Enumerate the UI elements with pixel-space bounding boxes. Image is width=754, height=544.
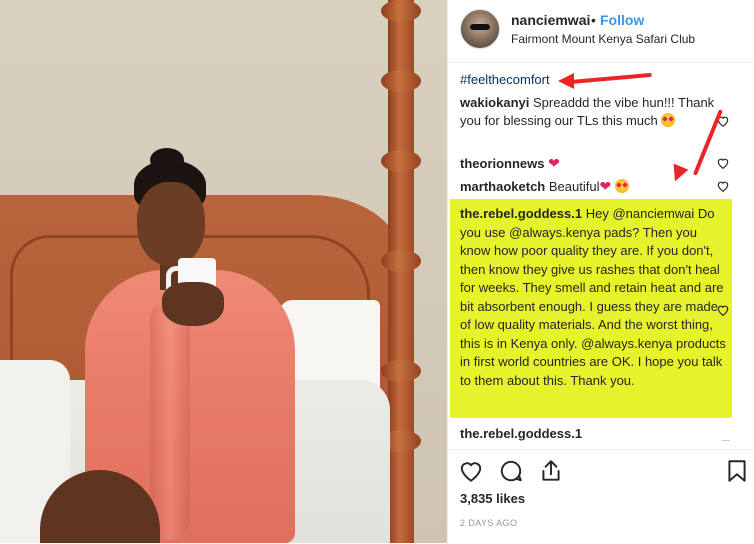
separator-dot: •: [591, 12, 596, 28]
face: [137, 182, 205, 266]
comment-username[interactable]: the.rebel.goddess.1: [460, 206, 582, 221]
annotation-arrow-shaft: [569, 72, 652, 84]
post-header: nanciemwai • Follow Fairmont Mount Kenya…: [448, 0, 754, 63]
bed-post-ring: [381, 360, 421, 382]
comment-icon[interactable]: [498, 458, 524, 484]
more-comments-indicator-icon: [722, 440, 730, 441]
heart-eyes-emoji-icon: [614, 179, 629, 193]
follow-button[interactable]: Follow: [600, 12, 644, 28]
comment-username[interactable]: marthaoketch: [460, 179, 545, 194]
comment-item: the.rebel.goddess.1 Hey @nanciemwai Do y…: [460, 205, 728, 390]
comment-text: Hey @nanciemwai Do you use @always.kenya…: [460, 206, 726, 388]
avatar-sunglasses: [470, 24, 490, 30]
like-comment-heart-icon[interactable]: [716, 179, 730, 193]
bed-post-finial: [381, 0, 421, 22]
username-link[interactable]: nanciemwai: [511, 12, 590, 28]
like-comment-heart-icon[interactable]: [716, 303, 730, 317]
comment-text: Beautiful: [548, 179, 600, 194]
hands: [162, 282, 224, 326]
bed-post-ring: [381, 150, 421, 172]
red-heart-emoji-icon: ❤: [599, 178, 612, 194]
bookmark-icon[interactable]: [724, 458, 750, 484]
hashtag-link[interactable]: #feelthecomfort: [460, 72, 550, 87]
comments-list[interactable]: #feelthecomfort wakiokanyi Spreaddd the …: [448, 63, 754, 449]
like-comment-heart-icon[interactable]: [716, 156, 730, 170]
annotation-arrow-head: [558, 73, 574, 89]
post-timestamp: 2 DAYS AGO: [460, 518, 518, 528]
post-actions-bar: 3,835 likes 2 DAYS AGO: [448, 449, 754, 544]
red-heart-emoji-icon: ❤: [548, 155, 560, 171]
share-icon[interactable]: [538, 458, 564, 484]
likes-count[interactable]: 3,835 likes: [460, 491, 525, 506]
location-link[interactable]: Fairmont Mount Kenya Safari Club: [511, 32, 695, 46]
robe-fold: [150, 300, 190, 540]
avatar[interactable]: [460, 9, 500, 49]
comment-item: the.rebel.goddess.1: [460, 425, 715, 443]
bed-post-ring: [381, 70, 421, 92]
hair-bun: [150, 148, 184, 172]
post-details-panel: nanciemwai • Follow Fairmont Mount Kenya…: [447, 0, 754, 543]
heart-icon[interactable]: [458, 458, 484, 484]
comment-username[interactable]: theorionnews: [460, 156, 545, 171]
bed-post-ring: [381, 250, 421, 272]
heart-eyes-emoji-icon: [661, 113, 676, 127]
comment-username[interactable]: wakiokanyi: [460, 95, 529, 110]
post-photo[interactable]: [0, 0, 447, 543]
comment-item: wakiokanyi Spreaddd the vibe hun!!! Than…: [460, 94, 715, 130]
comment-username[interactable]: the.rebel.goddess.1: [460, 426, 582, 441]
